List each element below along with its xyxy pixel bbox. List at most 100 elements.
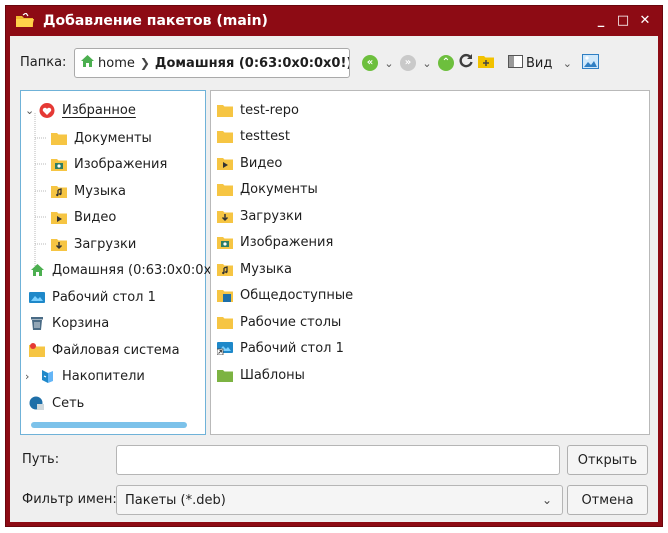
- view-button-label: Вид: [526, 55, 553, 71]
- folder-icon: [217, 102, 233, 118]
- sidebar-item-videos[interactable]: Видео: [51, 207, 116, 227]
- open-folder-icon: [15, 12, 35, 30]
- sidebar-horizontal-scrollbar[interactable]: [31, 422, 187, 428]
- file-item-test-repo[interactable]: test-repo: [217, 100, 299, 120]
- public-folder-icon: [217, 287, 233, 303]
- back-button[interactable]: «: [362, 51, 378, 75]
- sidebar-item-trash[interactable]: Корзина: [29, 313, 109, 333]
- view-mode-icon: [508, 54, 523, 72]
- minimize-button[interactable]: _: [590, 10, 612, 32]
- folder-icon: [51, 130, 67, 146]
- folder-icon: [217, 181, 233, 197]
- trash-icon: [29, 315, 45, 331]
- pictures-folder-icon: [217, 234, 233, 250]
- sidebar-item-label: Накопители: [62, 368, 145, 384]
- sidebar-item-desktop[interactable]: Рабочий стол 1: [29, 287, 156, 307]
- up-icon: ⌃: [438, 55, 454, 71]
- sidebar-item-label: Документы: [74, 130, 152, 146]
- chevron-right-icon: ›: [25, 369, 30, 383]
- sidebar-item-home[interactable]: Домашняя (0:63:0x0:0x0!): [29, 260, 230, 280]
- file-item-label: Видео: [240, 155, 283, 171]
- file-item-label: Шаблоны: [240, 367, 305, 383]
- breadcrumb-separator-icon: ❯: [139, 56, 150, 70]
- window-title: Добавление пакетов (main): [43, 12, 268, 29]
- title-bar[interactable]: Добавление пакетов (main) _ □ ✕: [6, 6, 662, 35]
- breadcrumb-home-label: home: [98, 55, 135, 71]
- sidebar-item-label: Файловая система: [52, 342, 180, 358]
- drives-icon: [39, 368, 55, 384]
- open-button-label: Открыть: [577, 452, 638, 468]
- breadcrumb-current[interactable]: Домашняя (0:63:0x0:0x0!): [155, 56, 349, 71]
- places-sidebar[interactable]: ⌄ Избранное Документы Изображения Музыка…: [20, 90, 230, 435]
- downloads-folder-icon: [217, 208, 233, 224]
- file-list[interactable]: test-repo testtest Видео Документы Загру…: [210, 90, 650, 435]
- sidebar-item-music[interactable]: Музыка: [51, 181, 126, 201]
- sidebar-item-label: Музыка: [74, 183, 126, 199]
- path-input[interactable]: [116, 445, 560, 475]
- file-item-label: Общедоступные: [240, 287, 354, 303]
- folder-icon: [217, 128, 233, 144]
- file-item-label: Изображения: [240, 234, 334, 250]
- file-item-music[interactable]: Музыка: [217, 259, 292, 279]
- file-item-desktop-1[interactable]: Рабочий стол 1: [217, 338, 344, 358]
- sidebar-item-network[interactable]: Сеть: [29, 393, 84, 413]
- dialog-body: Папка: home ❯ Домашняя (0:63:0x0:0x0!) «…: [10, 36, 658, 522]
- sidebar-item-documents[interactable]: Документы: [51, 128, 152, 148]
- sidebar-item-label: Избранное: [62, 102, 136, 118]
- file-item-desktops[interactable]: Рабочие столы: [217, 312, 341, 332]
- path-breadcrumb[interactable]: home ❯ Домашняя (0:63:0x0:0x0!): [74, 48, 350, 78]
- file-item-testtest[interactable]: testtest: [217, 126, 290, 146]
- new-folder-button[interactable]: [478, 51, 494, 75]
- new-folder-icon: [478, 54, 494, 72]
- forward-history-dropdown[interactable]: ⌄: [420, 51, 434, 75]
- file-item-templates[interactable]: Шаблоны: [217, 365, 305, 385]
- sidebar-item-favorites[interactable]: ⌄ Избранное: [25, 100, 136, 120]
- navigation-toolbar: « ⌄ » ⌄ ⌃ Вид ⌄: [362, 51, 603, 75]
- folder-icon: [217, 314, 233, 330]
- file-item-videos[interactable]: Видео: [217, 153, 282, 173]
- sidebar-item-label: Домашняя (0:63:0x0:0x0!): [52, 262, 230, 278]
- maximize-button[interactable]: □: [612, 10, 634, 32]
- view-button[interactable]: Вид ⌄: [508, 51, 574, 75]
- sidebar-item-drives[interactable]: › Накопители: [25, 366, 145, 386]
- path-label: Путь:: [22, 452, 60, 467]
- folder-label: Папка:: [20, 55, 67, 70]
- file-item-label: Загрузки: [240, 208, 303, 224]
- sidebar-item-label: Изображения: [74, 156, 168, 172]
- cancel-button[interactable]: Отмена: [567, 485, 648, 515]
- back-icon: «: [362, 55, 378, 71]
- cancel-button-label: Отмена: [581, 492, 634, 508]
- downloads-folder-icon: [51, 236, 67, 252]
- filter-select[interactable]: Пакеты (*.deb) ⌄: [116, 485, 563, 515]
- open-button[interactable]: Открыть: [567, 445, 648, 475]
- up-button[interactable]: ⌃: [438, 51, 454, 75]
- preview-button[interactable]: [582, 51, 600, 75]
- filter-label: Фильтр имен:: [22, 492, 117, 507]
- file-item-label: test-repo: [240, 102, 299, 118]
- back-history-dropdown[interactable]: ⌄: [382, 51, 396, 75]
- file-item-public[interactable]: Общедоступные: [217, 285, 353, 305]
- file-item-documents[interactable]: Документы: [217, 179, 318, 199]
- pictures-folder-icon: [51, 156, 67, 172]
- forward-button[interactable]: »: [400, 51, 416, 75]
- file-item-label: Рабочий стол 1: [240, 340, 344, 356]
- reload-icon: [458, 53, 474, 73]
- home-icon: [29, 262, 45, 278]
- filter-select-value: Пакеты (*.deb): [125, 492, 226, 508]
- reload-button[interactable]: [458, 51, 474, 75]
- sidebar-item-filesystem[interactable]: Файловая система: [29, 340, 180, 360]
- chevron-down-icon: ⌄: [541, 493, 552, 507]
- heart-icon: [39, 102, 55, 118]
- sidebar-item-pictures[interactable]: Изображения: [51, 154, 167, 174]
- file-item-label: Музыка: [240, 261, 292, 277]
- sidebar-item-downloads[interactable]: Загрузки: [51, 234, 136, 254]
- music-folder-icon: [217, 261, 233, 277]
- close-button[interactable]: ✕: [634, 10, 656, 32]
- file-item-pictures[interactable]: Изображения: [217, 232, 333, 252]
- forward-icon: »: [400, 55, 416, 71]
- sidebar-item-label: Сеть: [52, 395, 85, 411]
- breadcrumb-home[interactable]: home: [80, 54, 135, 72]
- file-item-downloads[interactable]: Загрузки: [217, 206, 302, 226]
- music-folder-icon: [51, 183, 67, 199]
- templates-folder-icon: [217, 367, 233, 383]
